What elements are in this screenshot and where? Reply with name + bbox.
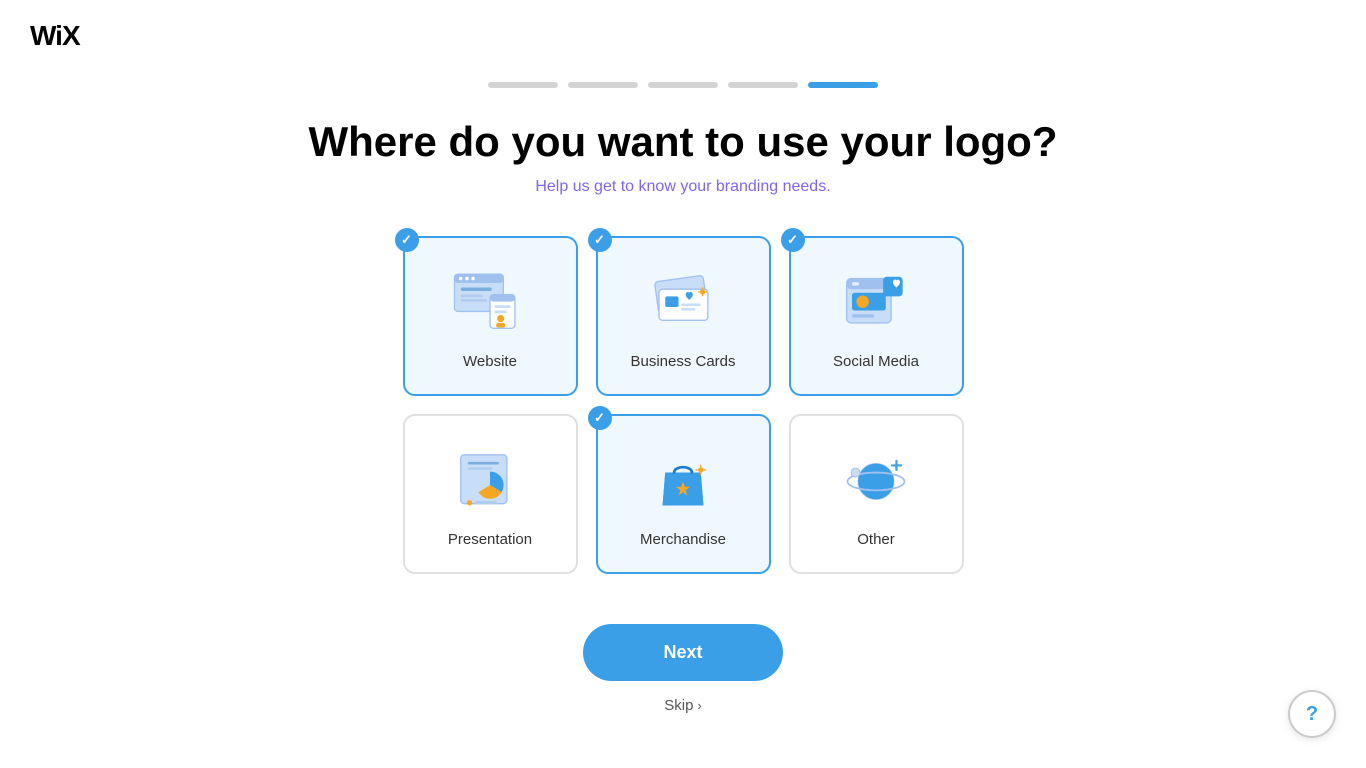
check-merchandise: ✓ — [588, 406, 612, 430]
progress-step-3 — [648, 82, 718, 88]
header: WiX — [0, 0, 1366, 72]
other-icon — [831, 441, 921, 521]
progress-bar — [0, 82, 1366, 88]
social-media-icon — [831, 263, 921, 343]
next-button[interactable]: Next — [583, 624, 782, 681]
social-media-label: Social Media — [833, 353, 919, 370]
help-button[interactable]: ? — [1288, 690, 1336, 738]
presentation-label: Presentation — [448, 531, 532, 548]
card-merchandise[interactable]: ✓ Merchandise — [596, 414, 771, 574]
page-subtitle: Help us get to know your branding needs. — [535, 178, 830, 196]
card-other[interactable]: ✓ Other — [789, 414, 964, 574]
progress-step-5 — [808, 82, 878, 88]
check-website: ✓ — [395, 228, 419, 252]
cards-grid: ✓ — [403, 236, 964, 574]
merchandise-label: Merchandise — [640, 531, 726, 548]
business-cards-label: Business Cards — [630, 353, 735, 370]
card-business-cards[interactable]: ✓ — [596, 236, 771, 396]
skip-link[interactable]: Skip › — [664, 697, 702, 714]
card-presentation[interactable]: ✓ Presentation — [403, 414, 578, 574]
other-label: Other — [857, 531, 895, 548]
skip-label: Skip — [664, 697, 693, 714]
website-label: Website — [463, 353, 517, 370]
progress-step-4 — [728, 82, 798, 88]
main-content: Where do you want to use your logo? Help… — [0, 118, 1366, 714]
card-website[interactable]: ✓ — [403, 236, 578, 396]
website-icon — [445, 263, 535, 343]
wix-logo: WiX — [30, 20, 1336, 52]
presentation-icon — [445, 441, 535, 521]
card-social-media[interactable]: ✓ Social Media — [789, 236, 964, 396]
page-title: Where do you want to use your logo? — [308, 118, 1057, 166]
progress-step-1 — [488, 82, 558, 88]
merchandise-icon — [638, 441, 728, 521]
check-social-media: ✓ — [781, 228, 805, 252]
skip-arrow-icon: › — [697, 698, 701, 713]
progress-step-2 — [568, 82, 638, 88]
check-business-cards: ✓ — [588, 228, 612, 252]
business-cards-icon — [638, 263, 728, 343]
